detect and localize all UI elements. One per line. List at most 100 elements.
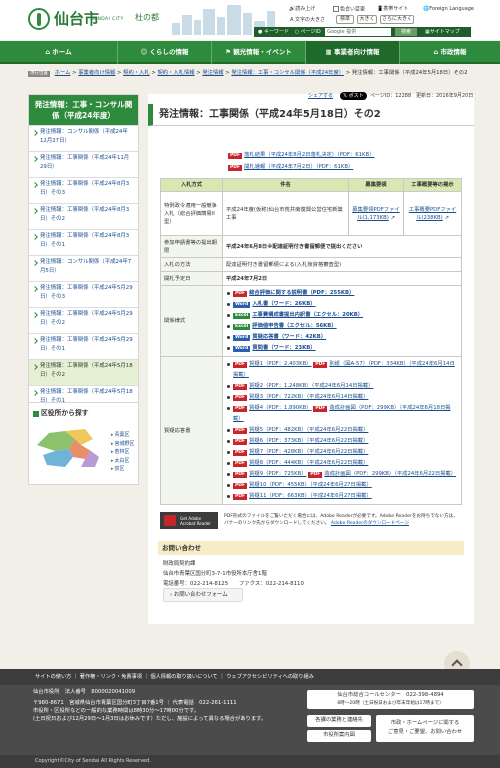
list-item[interactable]: Word 質問書（ワード：23KB） bbox=[226, 343, 458, 354]
ward-link[interactable]: 宮城野区 bbox=[111, 441, 135, 447]
qa-link[interactable]: 質疑6（PDF：373KB）（平成24年6月22日掲載） bbox=[249, 438, 368, 444]
list-item[interactable]: Excel 工事費構成書提出内訳書（エクセル：20KB） bbox=[226, 310, 458, 321]
nav-home[interactable]: ⌂ ホーム bbox=[0, 41, 118, 64]
pdf-badge: PDF bbox=[233, 428, 248, 434]
ward-link[interactable]: 太白区 bbox=[111, 458, 130, 464]
nav-living[interactable]: ☺ くらしの情報 bbox=[118, 41, 212, 64]
adobe-download-link[interactable]: Adobe Readerのダウンロードページ bbox=[331, 521, 409, 526]
sitemap-link[interactable]: サイトマップ bbox=[430, 29, 460, 35]
form-link[interactable]: 質問書（ワード：23KB） bbox=[252, 345, 315, 351]
size-standard-button[interactable]: 標準 bbox=[336, 15, 354, 24]
breadcrumb-link[interactable]: 発注情報 bbox=[202, 70, 223, 76]
share-link[interactable]: シェアする bbox=[308, 91, 333, 101]
qa-link[interactable]: 質疑8（PDF：444KB）（平成24年6月22日掲載） bbox=[249, 460, 368, 466]
building-icon: ▦ bbox=[325, 48, 334, 56]
list-item[interactable]: PDF 質疑1（PDF：2,403KB） PDF 別紙（図A-57）（PDF：334… bbox=[226, 359, 458, 381]
list-item[interactable]: PDF 質疑3（PDF：722KB）（平成24年6月14日掲載） bbox=[226, 392, 458, 403]
post-button[interactable]: 𝕏 ポスト bbox=[340, 92, 367, 100]
form-link[interactable]: 評価値申告書（エクセル：56KB） bbox=[252, 323, 336, 329]
sidebar-item[interactable]: 発注情報：コンサル関係（平成24年7月5日） bbox=[29, 255, 138, 281]
sidebar-item-current[interactable]: 発注情報：工事関係（平成24年5月18日）その2 bbox=[29, 359, 138, 385]
column-header: 募集要領 bbox=[348, 178, 404, 192]
form-link[interactable]: 質疑応答書（ワード：42KB） bbox=[252, 334, 326, 340]
mobile-site-link[interactable]: 携帯サイト bbox=[383, 6, 408, 12]
qa-link[interactable]: 質疑10（PDF：455KB）（平成24年6月27日掲載） bbox=[249, 482, 372, 488]
page-id-radio[interactable]: ○ ページID bbox=[295, 29, 321, 35]
call-center-box[interactable]: 仙台市総合コールセンター 022-398-4894 8時～20時（土日祝日および… bbox=[307, 690, 474, 709]
bid-subject: 平成24年度(仮称)仙台市荒井南復興公営住宅新築工事 bbox=[222, 191, 349, 236]
breadcrumb-link[interactable]: ホーム bbox=[55, 70, 71, 76]
result-link-row[interactable]: PDF 落札結果（平成24年8月2日落札決定）（PDF：61KB） bbox=[228, 150, 374, 162]
form-link[interactable]: 総合評価に関する説明書（PDF：255KB） bbox=[249, 290, 354, 296]
adobe-reader-banner[interactable]: Get Adobe Acrobat Reader bbox=[160, 512, 218, 529]
qa-link[interactable]: 質疑2（PDF：1,248KB）（平成24年6月14日掲載） bbox=[249, 383, 373, 389]
sidebar-item[interactable]: 発注情報：工事関係（平成24年8月3日）その2 bbox=[29, 203, 138, 229]
sidebar-item[interactable]: 発注情報：工事関係（平成24年8月3日）その3 bbox=[29, 177, 138, 203]
qa-link[interactable]: 質疑9（PDF：725KB） bbox=[249, 471, 306, 477]
inquiry-form-button[interactable]: › お問い合わせフォーム bbox=[163, 588, 243, 602]
color-change-link[interactable]: 色合い変更 bbox=[340, 7, 365, 13]
size-larger-button[interactable]: さらに大きく bbox=[380, 15, 414, 24]
opening-report-link[interactable]: 開札速報（平成24年7月2日）（PDF：61KB） bbox=[244, 164, 353, 170]
qa-link[interactable]: 質疑3（PDF：722KB）（平成24年6月14日掲載） bbox=[249, 394, 368, 400]
qa-link[interactable]: 質疑5（PDF：482KB）（平成24年6月22日掲載） bbox=[249, 427, 368, 433]
qa-link[interactable]: 質疑11（PDF：663KB）（平成24年6月27日掲載） bbox=[249, 493, 372, 499]
sidebar-item[interactable]: 発注情報：工事関係（平成24年11月29日） bbox=[29, 151, 138, 177]
breadcrumb-link[interactable]: 発注情報：工事・コンサル関係（平成24年度） bbox=[231, 70, 344, 76]
sidebar-item[interactable]: 発注情報：工事関係（平成24年5月29日）その3 bbox=[29, 281, 138, 307]
sidebar-item[interactable]: 発注情報：コンサル関係（平成24年12月27日） bbox=[29, 125, 138, 151]
nav-tourism[interactable]: ⚑ 観光情報・イベント bbox=[212, 41, 306, 64]
nav-business[interactable]: ▦ 事業者向け情報 bbox=[306, 41, 400, 64]
list-item[interactable]: Excel 評価値申告書（エクセル：56KB） bbox=[226, 321, 458, 332]
city-hall-map-button[interactable]: 市役所案内図 bbox=[307, 730, 371, 742]
site-header: 仙台市 SENDAI CITY 杜の都 🔊読み上げ 色合い変更 📱携帯サイト 🌐… bbox=[0, 0, 500, 40]
form-link[interactable]: 工事費構成書提出内訳書（エクセル：20KB） bbox=[252, 312, 363, 318]
breadcrumb-link[interactable]: 契約・入札 bbox=[123, 70, 150, 76]
opinion-button[interactable]: 市政・ホームページに関する ご意見・ご要望、お問い合わせ bbox=[376, 715, 474, 742]
qa-attachment-link[interactable]: 造成計画図（PDF：299KB）（平成24年6月22日掲載） bbox=[324, 471, 456, 477]
search-input[interactable]: Google 提供 bbox=[325, 28, 391, 36]
award-result-link[interactable]: 落札結果（平成24年8月2日落札決定）（PDF：61KB） bbox=[244, 152, 374, 158]
list-item[interactable]: PDF 質疑6（PDF：373KB）（平成24年6月22日掲載） bbox=[226, 436, 458, 447]
logo-english: SENDAI CITY bbox=[91, 17, 124, 22]
row-label: 開札予定日 bbox=[160, 271, 223, 286]
list-item[interactable]: PDF 質疑11（PDF：663KB）（平成24年6月27日掲載） bbox=[226, 491, 458, 502]
list-item[interactable]: PDF 総合評価に関する説明書（PDF：255KB） bbox=[226, 288, 458, 299]
dept-contacts-button[interactable]: 各課の業務と連絡先 bbox=[307, 715, 371, 727]
list-item[interactable]: PDF 質疑8（PDF：444KB）（平成24年6月22日掲載） bbox=[226, 458, 458, 469]
sidebar-item[interactable]: 発注情報：工事関係（平成24年8月3日）その1 bbox=[29, 229, 138, 255]
list-item[interactable]: PDF 質疑2（PDF：1,248KB）（平成24年6月14日掲載） bbox=[226, 381, 458, 392]
foreign-language-link[interactable]: Foreign Language bbox=[429, 6, 474, 12]
pdf-badge: PDF bbox=[313, 362, 328, 368]
sidebar-item[interactable]: 発注情報：工事関係（平成24年5月29日）その2 bbox=[29, 307, 138, 333]
search-button[interactable]: 検索 bbox=[395, 28, 417, 36]
list-item[interactable]: PDF 質疑7（PDF：428KB）（平成24年6月22日掲載） bbox=[226, 447, 458, 458]
pdf-badge: PDF bbox=[233, 406, 248, 412]
list-item[interactable]: PDF 質疑10（PDF：455KB）（平成24年6月27日掲載） bbox=[226, 480, 458, 491]
city-logo-icon[interactable] bbox=[28, 8, 50, 30]
read-aloud-link[interactable]: 読み上げ bbox=[295, 6, 315, 12]
list-item[interactable]: Word 入札書（ワード：26KB） bbox=[226, 299, 458, 310]
qa-link[interactable]: 質疑1（PDF：2,403KB） bbox=[249, 361, 311, 367]
result-link-row[interactable]: PDF 開札速報（平成24年7月2日）（PDF：61KB） bbox=[228, 162, 374, 174]
list-item[interactable]: PDF 質疑4（PDF：1,890KB） PDF 造成計画図（PDF：299KB）（… bbox=[226, 403, 458, 425]
form-link[interactable]: 入札書（ワード：26KB） bbox=[252, 301, 315, 307]
qa-link[interactable]: 質疑7（PDF：428KB）（平成24年6月22日掲載） bbox=[249, 449, 368, 455]
ward-map-icon[interactable] bbox=[35, 427, 101, 472]
breadcrumb-link[interactable]: 事業者向け情報 bbox=[78, 70, 115, 76]
list-item[interactable]: Word 質疑応答書（ワード：42KB） bbox=[226, 332, 458, 343]
keyword-radio[interactable]: ● キーワード bbox=[258, 29, 289, 35]
list-item[interactable]: PDF 質疑5（PDF：482KB）（平成24年6月22日掲載） bbox=[226, 425, 458, 436]
breadcrumb-link[interactable]: 契約・入札情報 bbox=[157, 70, 194, 76]
ward-link[interactable]: 若林区 bbox=[111, 449, 130, 455]
overview-pdf-link[interactable]: 工事概要PDFファイル(238KB) bbox=[409, 207, 456, 221]
qa-link[interactable]: 質疑4（PDF：1,890KB） bbox=[249, 405, 311, 411]
footer-links[interactable]: サイトの使い方 ｜ 著作権・リンク・免責事項 ｜ 個人情報の取り扱いについて ｜… bbox=[0, 669, 500, 685]
ward-link[interactable]: 泉区 bbox=[111, 466, 125, 472]
size-large-button[interactable]: 大きく bbox=[357, 15, 377, 24]
color-swatch-icon bbox=[333, 6, 339, 12]
ward-link[interactable]: 青葉区 bbox=[111, 432, 130, 438]
sidebar-item[interactable]: 発注情報：工事関係（平成24年5月29日）その1 bbox=[29, 333, 138, 359]
list-item[interactable]: PDF 質疑9（PDF：725KB） PDF 造成計画図（PDF：299KB）（平成… bbox=[226, 469, 458, 480]
nav-city-govt[interactable]: ⌂ 市政情報 bbox=[400, 41, 500, 64]
